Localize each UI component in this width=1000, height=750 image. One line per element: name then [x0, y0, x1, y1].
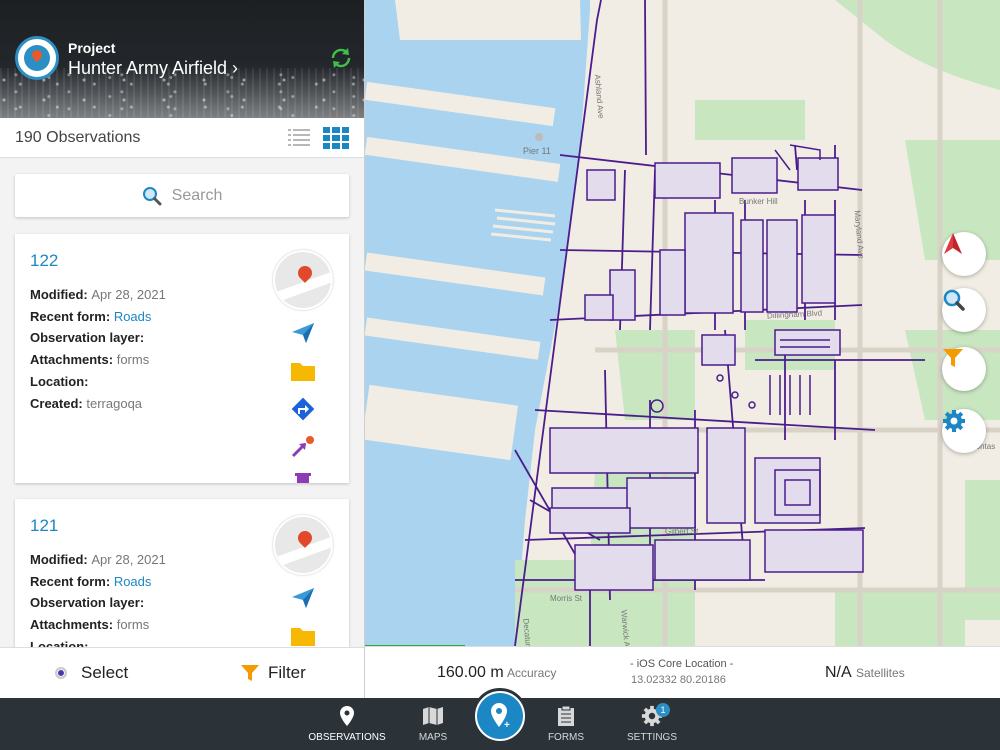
svg-text:+: +	[504, 720, 510, 730]
recent-form-row: Recent form: Roads	[30, 309, 152, 324]
tab-observations[interactable]: OBSERVATIONS	[307, 704, 387, 748]
modified-row: Modified: Apr 28, 2021	[30, 552, 166, 567]
pin-icon	[340, 706, 354, 726]
search-box[interactable]: Search	[15, 174, 349, 217]
observation-id[interactable]: 121	[30, 516, 58, 536]
folder-icon[interactable]	[289, 358, 317, 384]
clipboard-icon	[558, 705, 574, 726]
location-pin-icon	[295, 528, 315, 548]
attachments-row: Attachments: forms	[30, 352, 150, 367]
search-icon	[142, 186, 162, 205]
created-row: Created: terragoqa	[30, 396, 143, 411]
location-row: Location:	[30, 374, 89, 389]
observation-id[interactable]: 122	[30, 251, 58, 271]
observation-layer-row: Observation layer:	[30, 595, 145, 610]
select-radio-icon	[55, 667, 67, 679]
modified-row: Modified: Apr 28, 2021	[30, 287, 166, 302]
recent-form-row: Recent form: Roads	[30, 574, 152, 589]
select-label: Select	[81, 663, 129, 682]
tab-maps-label: MAPS	[418, 732, 448, 743]
observations-count: 190 Observations	[15, 129, 141, 146]
map-label-bunker: Bunker Hill	[739, 197, 778, 206]
refresh-icon[interactable]	[329, 46, 353, 70]
filter-label: Filter	[268, 663, 306, 682]
satellites-value: N/A	[825, 664, 852, 681]
filter-button[interactable]: Filter	[240, 660, 306, 686]
project-logo	[15, 36, 59, 80]
map-icon	[423, 707, 443, 725]
location-status-bar: 160.00 m Accuracy - iOS Core Location - …	[365, 646, 1000, 698]
satellites-label: Satellites	[856, 666, 905, 680]
map-label-morris: Morris St	[550, 594, 582, 603]
directions-icon[interactable]	[289, 397, 317, 423]
tab-forms-label: FORMS	[547, 732, 585, 743]
gear-icon	[943, 410, 965, 432]
attachments-row: Attachments: forms	[30, 617, 150, 632]
map-thumbnail[interactable]	[273, 250, 333, 310]
map-label-pier: Pier 11	[523, 146, 551, 156]
search-icon	[943, 289, 965, 311]
search-placeholder: Search	[171, 186, 223, 204]
map-view[interactable]: Pier 11 Bunker Hill Ashland Ave Maryland…	[365, 0, 1000, 646]
grid-view-icon[interactable]	[323, 127, 349, 149]
tab-settings[interactable]: SETTINGS	[612, 704, 692, 748]
filter-icon	[241, 665, 259, 681]
map-canvas[interactable]	[365, 0, 1000, 646]
tab-observations-label: OBSERVATIONS	[308, 732, 386, 743]
project-kicker: Project	[68, 40, 116, 56]
observations-toolbar: 190 Observations	[0, 118, 364, 158]
location-coordinates: 13.02332 80.20186	[631, 674, 726, 686]
project-name[interactable]: Hunter Army Airfield ›	[68, 58, 238, 79]
compass-button[interactable]	[942, 232, 986, 276]
settings-notification-badge: 1	[656, 703, 670, 717]
map-filter-button[interactable]	[942, 347, 986, 391]
map-thumbnail[interactable]	[273, 515, 333, 575]
observation-card[interactable]: 122 Modified: Apr 28, 2021 Recent form: …	[15, 234, 349, 483]
filter-icon	[943, 349, 963, 367]
map-search-button[interactable]	[942, 288, 986, 332]
location-pin-icon	[295, 263, 315, 283]
recent-form-link[interactable]: Roads	[114, 309, 152, 324]
accuracy-value: 160.00 m	[437, 664, 504, 681]
send-icon[interactable]	[289, 320, 317, 346]
map-label-gilbert: Gilbert St	[665, 527, 699, 536]
folder-icon[interactable]	[289, 623, 317, 649]
recent-form-link[interactable]: Roads	[114, 574, 152, 589]
move-location-icon[interactable]	[289, 434, 317, 460]
list-footer: Select Filter	[0, 647, 364, 698]
add-pin-icon: +	[491, 703, 510, 730]
observations-panel: Project Hunter Army Airfield › 190 Obser…	[0, 0, 365, 698]
select-button[interactable]: Select	[55, 660, 128, 686]
add-observation-button[interactable]: +	[472, 688, 528, 744]
list-view-icon[interactable]	[288, 127, 310, 149]
tab-forms[interactable]: FORMS	[526, 704, 606, 748]
observation-card[interactable]: 121 Modified: Apr 28, 2021 Recent form: …	[15, 499, 349, 649]
tab-settings-label: SETTINGS	[626, 732, 677, 743]
accuracy-label: Accuracy	[507, 666, 557, 680]
observation-layer-row: Observation layer:	[30, 330, 145, 345]
location-source: - iOS Core Location -	[630, 658, 734, 670]
map-settings-button[interactable]	[942, 409, 986, 453]
send-icon[interactable]	[289, 585, 317, 611]
delete-icon[interactable]	[289, 468, 317, 483]
project-header: Project Hunter Army Airfield ›	[0, 0, 364, 118]
tab-maps[interactable]: MAPS	[393, 704, 473, 748]
compass-icon	[944, 233, 962, 254]
